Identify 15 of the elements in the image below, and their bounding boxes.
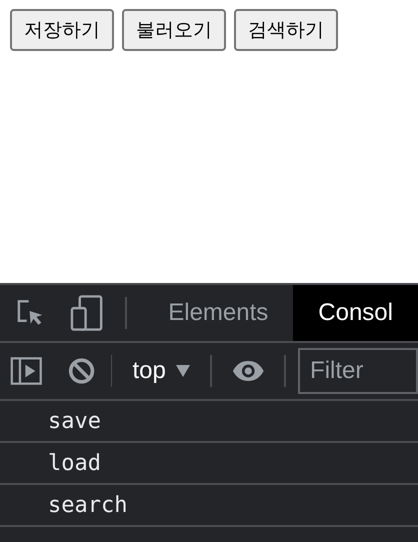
sidebar-toggle-icon[interactable]	[10, 355, 43, 387]
context-dropdown[interactable]: top	[132, 353, 190, 389]
console-message: load	[47, 450, 101, 478]
console-message: save	[47, 408, 101, 436]
action-button[interactable]: 검색하기	[234, 9, 338, 51]
console-message: search	[47, 492, 128, 520]
clear-icon[interactable]	[68, 356, 95, 386]
devtools-tab[interactable]: Consol	[293, 285, 418, 341]
dropdown-arrow-icon	[176, 365, 190, 377]
filter-field[interactable]: Filter	[298, 348, 418, 394]
device-icon[interactable]	[70, 294, 104, 332]
devtools-tab[interactable]: Elements	[143, 285, 294, 341]
action-button[interactable]: 저장하기	[10, 9, 114, 51]
eye-icon[interactable]	[232, 359, 264, 383]
action-button[interactable]: 불러오기	[122, 9, 226, 51]
